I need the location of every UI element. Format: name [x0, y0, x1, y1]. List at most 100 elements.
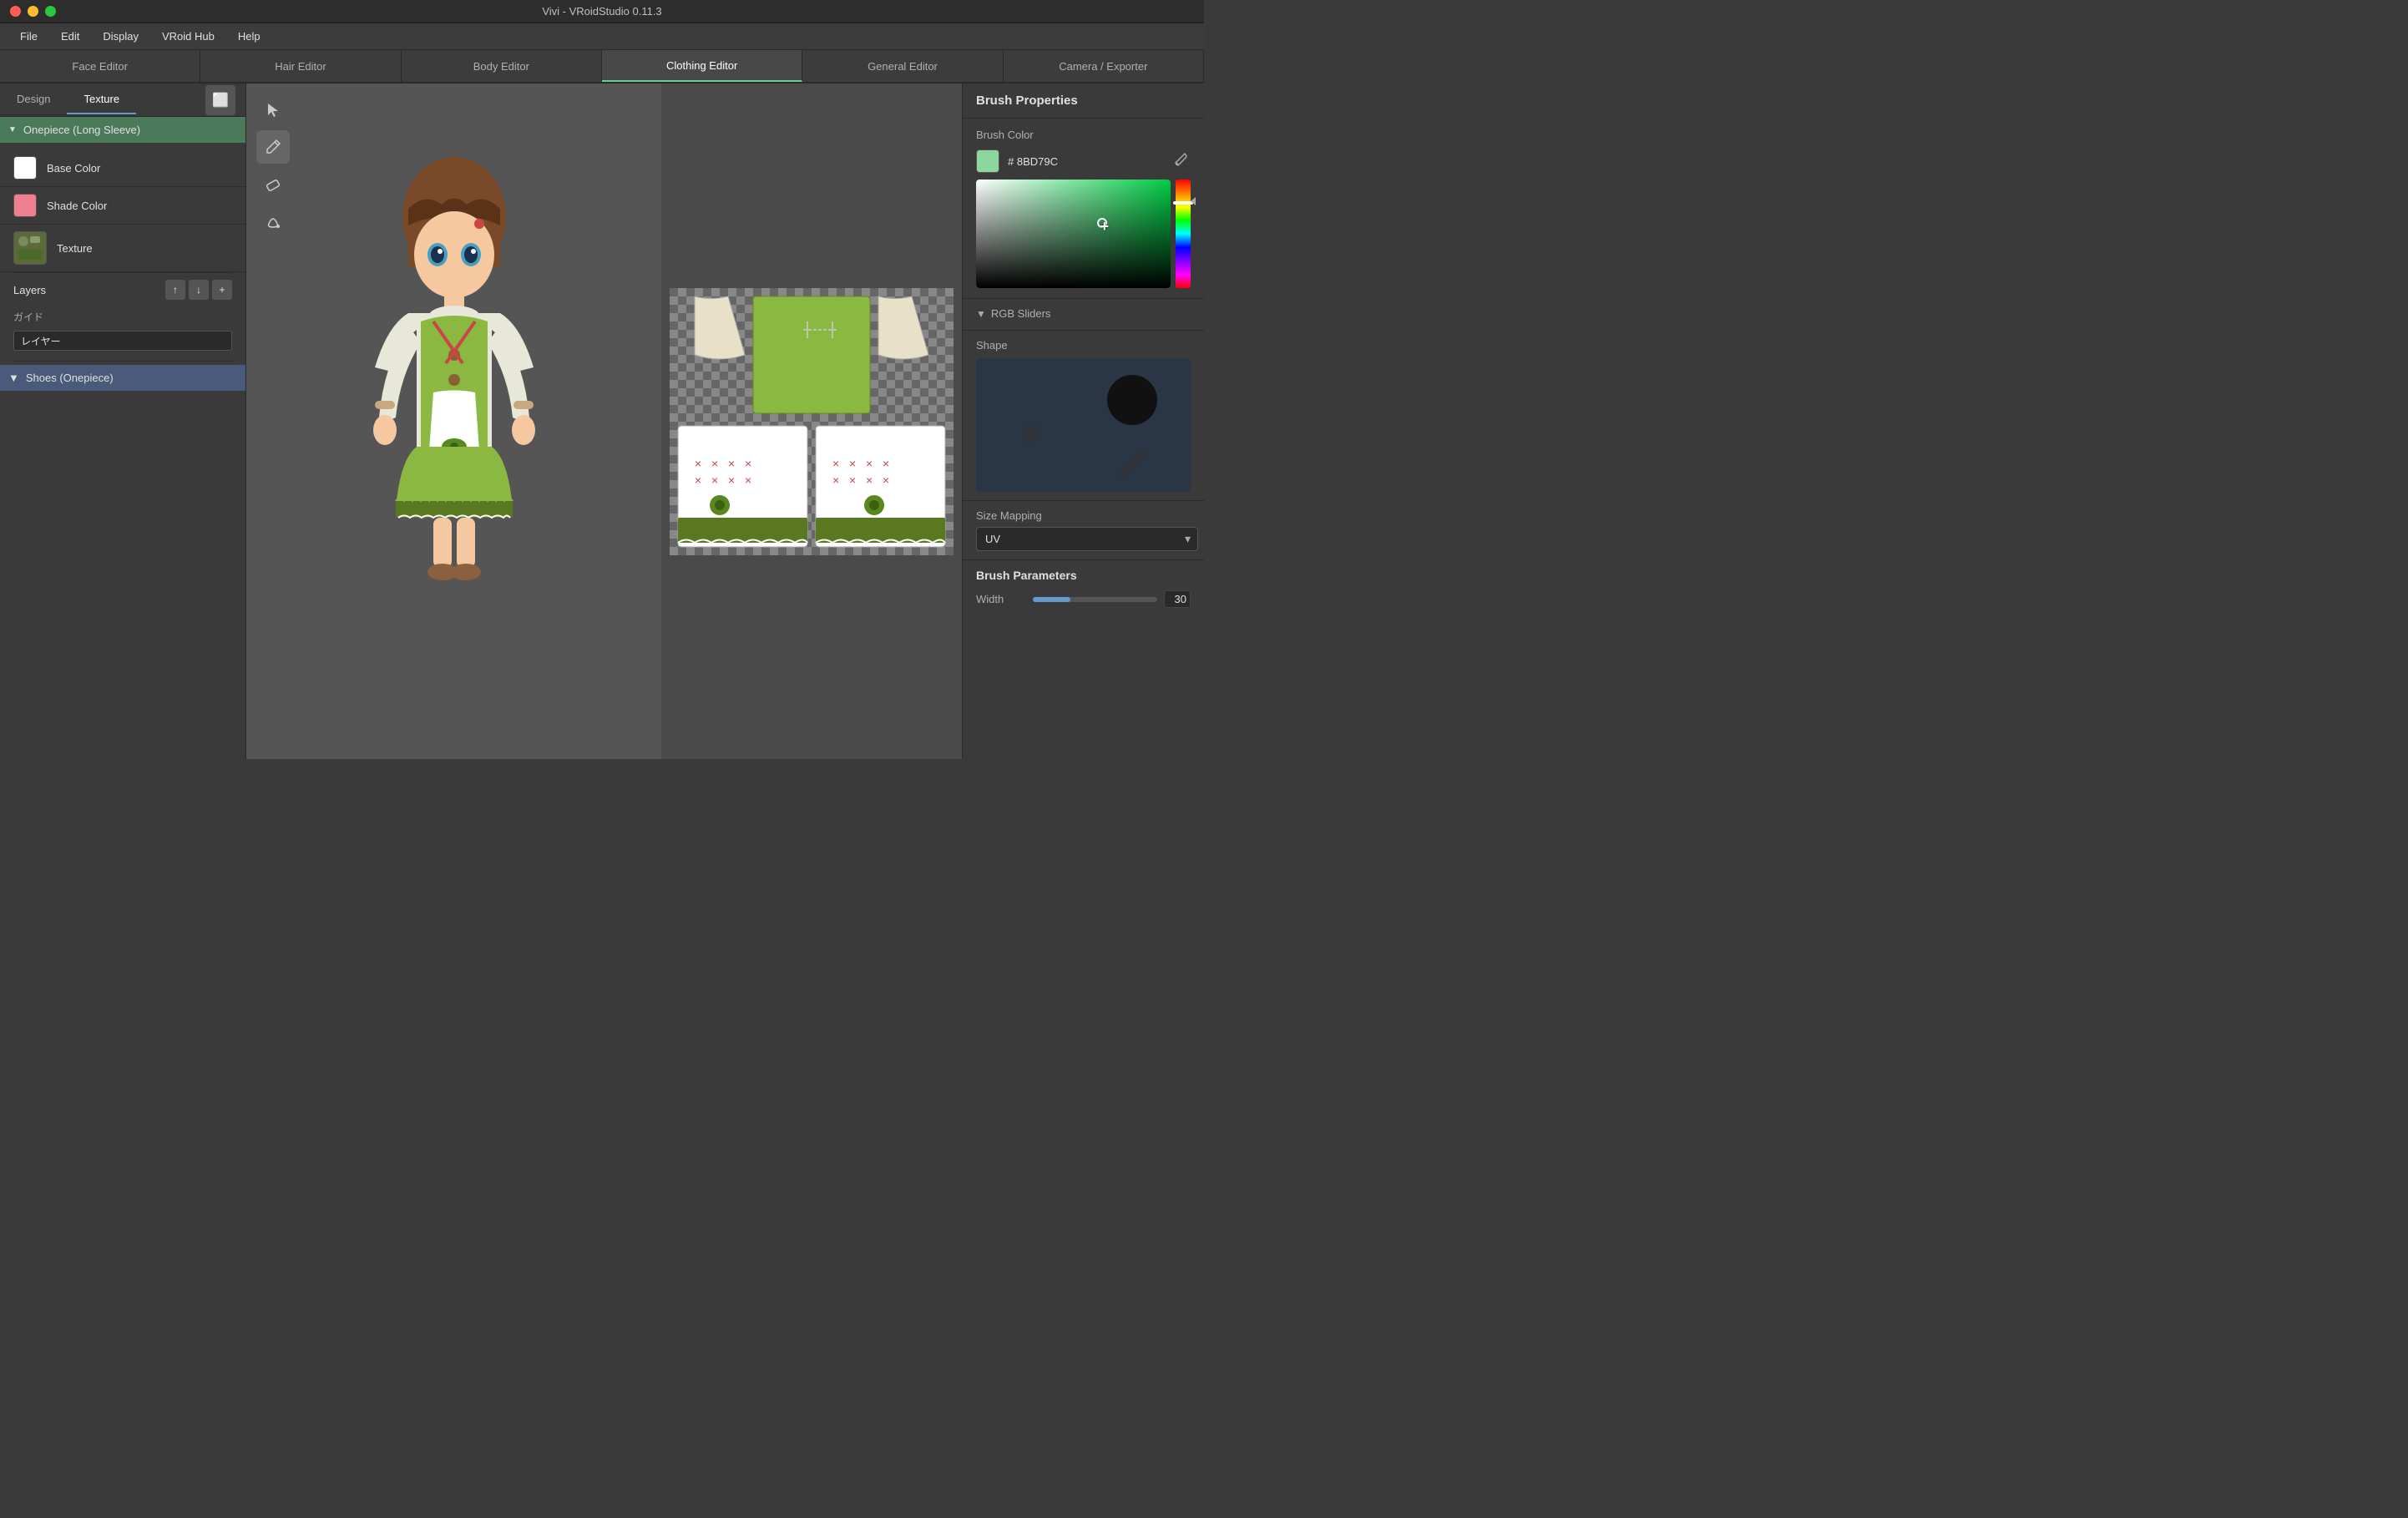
canvas-area: × × × × × × × × × × × × × × × ×	[246, 83, 962, 759]
svg-text:×: ×	[866, 473, 873, 487]
color-gradient-overlay	[976, 180, 1171, 288]
layer-add-button[interactable]: +	[212, 280, 232, 300]
brush-hex-value: # 8BD79C	[1008, 155, 1164, 168]
base-color-row[interactable]: Base Color	[0, 149, 245, 187]
brush-color-row: # 8BD79C	[976, 149, 1191, 173]
layers-actions: ↑ ↓ +	[165, 280, 232, 300]
width-value[interactable]: 30	[1164, 590, 1191, 608]
brush-panel-title: Brush Properties	[963, 83, 1204, 119]
size-mapping-select-row: UV Screen ▾	[976, 527, 1191, 551]
tools-column	[256, 94, 290, 237]
brush-parameters-section: Brush Parameters Width 30	[963, 560, 1204, 623]
avatar-area	[246, 83, 661, 759]
texture-row[interactable]: Texture	[0, 225, 245, 272]
brush-color-section: Brush Color # 8BD79C +	[963, 119, 1204, 299]
app-title: Vivi - VRoidStudio 0.11.3	[542, 5, 661, 18]
texture-thumb	[13, 231, 47, 265]
menu-display[interactable]: Display	[93, 27, 149, 46]
shape-section: Shape	[963, 331, 1204, 501]
layer-down-button[interactable]: ↓	[189, 280, 209, 300]
width-label: Width	[976, 593, 1026, 605]
sub-tab-design[interactable]: Design	[0, 85, 67, 114]
layer-name-input[interactable]	[13, 331, 232, 351]
canvas-3d-view[interactable]	[246, 83, 661, 759]
close-button[interactable]	[10, 6, 21, 17]
shape-preview[interactable]	[976, 358, 1191, 492]
tabbar: Face Editor Hair Editor Body Editor Clot…	[0, 50, 1204, 83]
menu-file[interactable]: File	[10, 27, 48, 46]
svg-text:×: ×	[832, 473, 839, 487]
layers-header: Layers ↑ ↓ +	[0, 273, 245, 306]
layer-input-row	[0, 327, 245, 354]
tab-hair-editor[interactable]: Hair Editor	[200, 50, 401, 82]
width-param-row: Width 30	[976, 590, 1191, 608]
svg-text:×: ×	[728, 473, 735, 487]
rgb-sliders-header[interactable]: ▼ RGB Sliders	[976, 307, 1191, 320]
main-layout: Design Texture ⬜ ▼ Onepiece (Long Sleeve…	[0, 83, 1204, 759]
svg-text:×: ×	[883, 473, 889, 487]
tab-body-editor[interactable]: Body Editor	[402, 50, 602, 82]
color-hue-strip[interactable]	[1176, 180, 1191, 288]
arrow-icon: ▼	[8, 125, 17, 134]
menu-edit[interactable]: Edit	[51, 27, 89, 46]
minimize-button[interactable]	[28, 6, 38, 17]
accordion-shoes[interactable]: ▼ Shoes (Onepiece)	[0, 365, 245, 391]
sidebar-accordion-content: Base Color Shade Color Texture	[0, 143, 245, 361]
guide-label: ガイド	[0, 306, 245, 327]
brush-shape-smear1	[1022, 425, 1039, 442]
select-tool-button[interactable]	[256, 94, 290, 127]
rgb-sliders-label: RGB Sliders	[991, 307, 1051, 320]
color-picker-container[interactable]: +	[976, 180, 1191, 288]
avatar-svg	[325, 134, 584, 710]
sub-tabs-wrapper: Design Texture ⬜	[0, 83, 245, 117]
width-slider-fill	[1033, 597, 1070, 602]
svg-text:×: ×	[745, 457, 751, 470]
shade-color-swatch	[13, 194, 37, 217]
left-sidebar: Design Texture ⬜ ▼ Onepiece (Long Sleeve…	[0, 83, 246, 759]
brush-parameters-label: Brush Parameters	[976, 569, 1191, 582]
rgb-sliders-section: ▼ RGB Sliders	[963, 299, 1204, 331]
uv-texture-svg: × × × × × × × × × × × × × × × ×	[670, 288, 954, 555]
svg-text:×: ×	[745, 473, 751, 487]
fill-tool-button[interactable]	[256, 204, 290, 237]
menu-help[interactable]: Help	[228, 27, 271, 46]
accordion-onepiece[interactable]: ▼ Onepiece (Long Sleeve)	[0, 117, 245, 143]
brush-color-swatch[interactable]	[976, 149, 999, 173]
svg-text:×: ×	[832, 457, 839, 470]
svg-text:×: ×	[849, 473, 856, 487]
layer-up-button[interactable]: ↑	[165, 280, 185, 300]
pen-tool-button[interactable]	[256, 130, 290, 164]
svg-text:×: ×	[711, 473, 718, 487]
sub-tab-texture[interactable]: Texture	[67, 85, 136, 114]
eraser-tool-button[interactable]	[256, 167, 290, 200]
shape-label: Shape	[976, 339, 1191, 352]
panel-icon-button[interactable]: ⬜	[205, 85, 235, 115]
svg-text:×: ×	[849, 457, 856, 470]
color-gradient-picker[interactable]: +	[976, 180, 1171, 288]
brush-shape-smear2	[1118, 449, 1146, 478]
maximize-button[interactable]	[45, 6, 56, 17]
brush-properties-panel: Brush Properties Brush Color # 8BD79C	[962, 83, 1204, 759]
titlebar-buttons	[10, 6, 56, 17]
svg-text:×: ×	[711, 457, 718, 470]
brush-shape-circle	[1107, 375, 1157, 425]
svg-text:×: ×	[728, 457, 735, 470]
tab-camera-exporter[interactable]: Camera / Exporter	[1004, 50, 1204, 82]
eyedropper-button[interactable]	[1172, 150, 1191, 173]
base-color-swatch	[13, 156, 37, 180]
shade-color-row[interactable]: Shade Color	[0, 187, 245, 225]
canvas-uv-view[interactable]: × × × × × × × × × × × × × × × ×	[661, 83, 962, 759]
menubar: File Edit Display VRoid Hub Help	[0, 23, 1204, 50]
tab-clothing-editor[interactable]: Clothing Editor	[602, 50, 802, 82]
tab-face-editor[interactable]: Face Editor	[0, 50, 200, 82]
brush-color-label: Brush Color	[976, 129, 1191, 141]
size-mapping-label: Size Mapping	[976, 509, 1191, 522]
menu-vroid-hub[interactable]: VRoid Hub	[152, 27, 225, 46]
svg-text:×: ×	[695, 473, 701, 487]
width-slider[interactable]	[1033, 597, 1157, 602]
size-mapping-select[interactable]: UV Screen	[976, 527, 1198, 551]
titlebar: Vivi - VRoidStudio 0.11.3	[0, 0, 1204, 23]
svg-text:×: ×	[883, 457, 889, 470]
tab-general-editor[interactable]: General Editor	[802, 50, 1003, 82]
svg-text:×: ×	[866, 457, 873, 470]
